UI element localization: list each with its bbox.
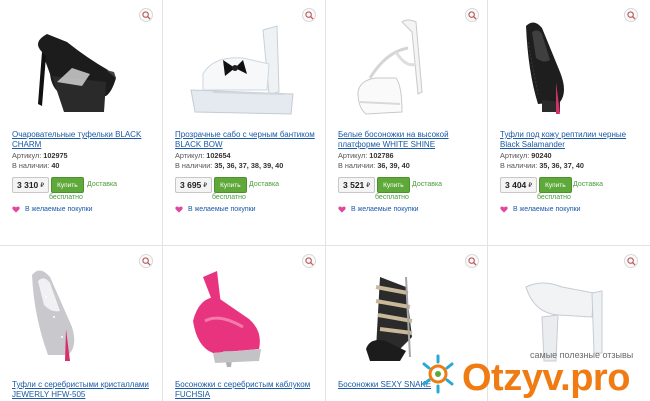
stock-label: В наличии: [175, 161, 213, 170]
buy-row: 3 521 ₽ Купить [338, 177, 410, 193]
product-image[interactable] [498, 12, 638, 122]
sku-value: 102654 [206, 151, 231, 160]
heart-icon [500, 206, 508, 213]
heart-icon [12, 206, 20, 213]
price-value: 3 404 [505, 180, 527, 190]
product-title-link[interactable]: Белые босоножки на высокой платформе WHI… [338, 130, 483, 149]
product-title-link[interactable]: Очаровательные туфельки BLACK CHARM [12, 130, 157, 149]
product-stock: В наличии: 35, 36, 37, 38, 39, 40 [175, 160, 283, 171]
wishlist-label: В желаемые покупки [351, 206, 419, 213]
product-card: Белые босоножки на высокой платформе WHI… [326, 0, 487, 245]
currency-symbol: ₽ [203, 182, 208, 189]
buy-button[interactable]: Купить [214, 177, 247, 193]
price-badge: 3 695 ₽ [175, 177, 213, 193]
product-card: Очаровательные туфельки BLACK CHARM Арти… [0, 0, 161, 245]
buy-row: 3 404 ₽ Купить [500, 177, 572, 193]
buy-button[interactable]: Купить [539, 177, 572, 193]
sku-label: Артикул: [338, 151, 368, 160]
delivery-label: Доставка [573, 181, 604, 188]
product-card: Туфли под кожу рептилии черные Black Sal… [488, 0, 649, 245]
product-image[interactable] [336, 12, 476, 122]
otzyv-logo-icon [422, 354, 454, 394]
sku-label: Артикул: [175, 151, 205, 160]
product-image[interactable] [12, 12, 152, 122]
wishlist-link[interactable]: В желаемые покупки [12, 206, 93, 213]
delivery-label: Доставка [87, 181, 118, 188]
price-badge: 3 521 ₽ [338, 177, 376, 193]
product-grid: Очаровательные туфельки BLACK CHARM Арти… [0, 0, 650, 401]
delivery-label: Доставка [412, 181, 443, 188]
stock-label: В наличии: [12, 161, 50, 170]
wishlist-label: В желаемые покупки [513, 206, 581, 213]
buy-row: 3 310 ₽ Купить [12, 177, 84, 193]
sku-value: 102975 [43, 151, 68, 160]
buy-button[interactable]: Купить [51, 177, 84, 193]
stock-label: В наличии: [500, 161, 538, 170]
heart-icon [175, 206, 183, 213]
wishlist-label: В желаемые покупки [25, 206, 93, 213]
wishlist-label: В желаемые покупки [188, 206, 256, 213]
product-title-link[interactable]: Прозрачные сабо с черным бантиком BLACK … [175, 130, 320, 149]
sizes-value: 35, 36, 37, 40 [539, 161, 584, 170]
product-image[interactable] [173, 256, 313, 368]
sizes-value: 36, 39, 40 [377, 161, 410, 170]
product-stock: В наличии: 40 [12, 160, 59, 171]
sizes-value: 40 [51, 161, 60, 170]
product-title-link[interactable]: Туфли под кожу рептилии черные Black Sal… [500, 130, 645, 149]
price-value: 3 521 [343, 180, 365, 190]
wishlist-link[interactable]: В желаемые покупки [500, 206, 581, 213]
sku-value: 102786 [369, 151, 394, 160]
product-card: Босоножки с серебристым каблуком FUCHSIA [163, 246, 324, 401]
currency-symbol: ₽ [528, 182, 533, 189]
delivery-free: бесплатно [212, 194, 246, 201]
product-title-link[interactable]: Босоножки с серебристым каблуком FUCHSIA [175, 380, 320, 399]
watermark-brand: Otzyv.pro [462, 357, 630, 399]
price-value: 3 310 [17, 180, 39, 190]
product-stock: В наличии: 35, 36, 37, 40 [500, 160, 584, 171]
stock-label: В наличии: [338, 161, 376, 170]
delivery-free: бесплатно [537, 194, 571, 201]
product-title-link[interactable]: Туфли с серебристыми кристаллами JEWERLY… [12, 380, 157, 399]
product-card: Прозрачные сабо с черным бантиком BLACK … [163, 0, 324, 245]
sku-label: Артикул: [500, 151, 530, 160]
wishlist-link[interactable]: В желаемые покупки [338, 206, 419, 213]
currency-symbol: ₽ [40, 182, 45, 189]
price-value: 3 695 [180, 180, 202, 190]
sku-label: Артикул: [12, 151, 42, 160]
product-stock: В наличии: 36, 39, 40 [338, 160, 410, 171]
sku-value: 90240 [531, 151, 552, 160]
price-badge: 3 404 ₽ [500, 177, 538, 193]
product-image[interactable] [10, 256, 150, 368]
wishlist-link[interactable]: В желаемые покупки [175, 206, 256, 213]
heart-icon [338, 206, 346, 213]
delivery-label: Доставка [249, 181, 280, 188]
sizes-value: 35, 36, 37, 38, 39, 40 [214, 161, 284, 170]
delivery-free: бесплатно [375, 194, 409, 201]
delivery-free: бесплатно [49, 194, 83, 201]
currency-symbol: ₽ [366, 182, 371, 189]
watermark: самые полезные отзывы Otzyv.pro [418, 342, 650, 401]
buy-row: 3 695 ₽ Купить [175, 177, 247, 193]
price-badge: 3 310 ₽ [12, 177, 50, 193]
product-image[interactable] [173, 12, 313, 122]
buy-button[interactable]: Купить [377, 177, 410, 193]
product-card: Туфли с серебристыми кристаллами JEWERLY… [0, 246, 161, 401]
